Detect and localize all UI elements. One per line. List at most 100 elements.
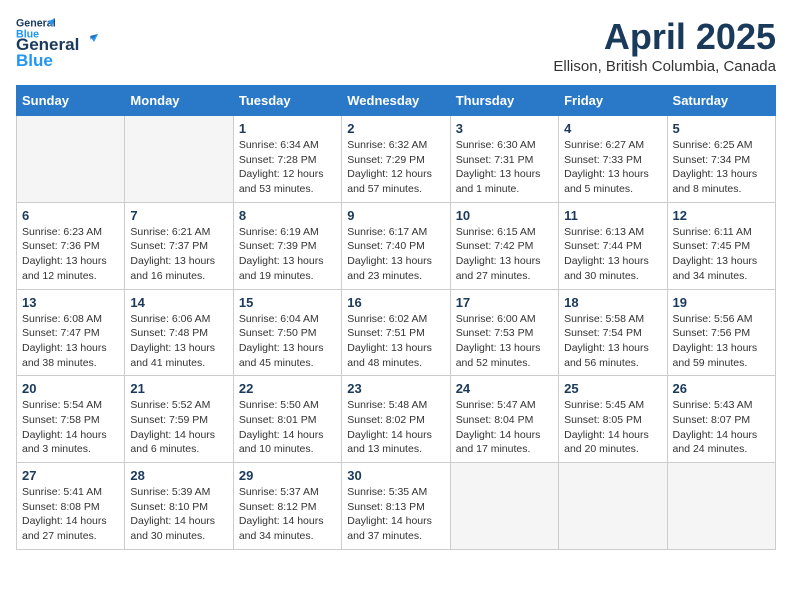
day-number: 17 (456, 295, 553, 310)
day-number: 10 (456, 208, 553, 223)
day-info: Sunrise: 6:34 AMSunset: 7:28 PMDaylight:… (239, 138, 336, 197)
calendar-cell (559, 463, 667, 550)
day-number: 30 (347, 468, 444, 483)
day-info: Sunrise: 6:19 AMSunset: 7:39 PMDaylight:… (239, 225, 336, 284)
day-number: 23 (347, 381, 444, 396)
calendar-cell: 21 Sunrise: 5:52 AMSunset: 7:59 PMDayligh… (125, 376, 233, 463)
day-info: Sunrise: 6:06 AMSunset: 7:48 PMDaylight:… (130, 312, 227, 371)
week-row-5: 27 Sunrise: 5:41 AMSunset: 8:08 PMDayligh… (17, 463, 776, 550)
weekday-header-monday: Monday (125, 86, 233, 116)
day-number: 4 (564, 121, 661, 136)
page-header: General Blue General Blue April 2025 Ell… (16, 16, 776, 75)
day-info: Sunrise: 5:58 AMSunset: 7:54 PMDaylight:… (564, 312, 661, 371)
day-number: 15 (239, 295, 336, 310)
calendar-cell: 12 Sunrise: 6:11 AMSunset: 7:45 PMDayligh… (667, 202, 775, 289)
day-info: Sunrise: 6:30 AMSunset: 7:31 PMDaylight:… (456, 138, 553, 197)
calendar-cell (17, 116, 125, 203)
day-info: Sunrise: 5:50 AMSunset: 8:01 PMDaylight:… (239, 398, 336, 457)
day-info: Sunrise: 6:17 AMSunset: 7:40 PMDaylight:… (347, 225, 444, 284)
day-info: Sunrise: 5:37 AMSunset: 8:12 PMDaylight:… (239, 485, 336, 544)
day-info: Sunrise: 5:48 AMSunset: 8:02 PMDaylight:… (347, 398, 444, 457)
weekday-header-row: SundayMondayTuesdayWednesdayThursdayFrid… (17, 86, 776, 116)
day-number: 26 (673, 381, 770, 396)
day-number: 11 (564, 208, 661, 223)
calendar-cell: 29 Sunrise: 5:37 AMSunset: 8:12 PMDayligh… (233, 463, 341, 550)
day-number: 8 (239, 208, 336, 223)
day-number: 6 (22, 208, 119, 223)
calendar-cell (125, 116, 233, 203)
calendar-cell (667, 463, 775, 550)
day-number: 16 (347, 295, 444, 310)
day-number: 18 (564, 295, 661, 310)
calendar-cell: 4 Sunrise: 6:27 AMSunset: 7:33 PMDaylight… (559, 116, 667, 203)
day-info: Sunrise: 6:15 AMSunset: 7:42 PMDaylight:… (456, 225, 553, 284)
weekday-header-wednesday: Wednesday (342, 86, 450, 116)
calendar-cell (450, 463, 558, 550)
weekday-header-tuesday: Tuesday (233, 86, 341, 116)
day-info: Sunrise: 5:35 AMSunset: 8:13 PMDaylight:… (347, 485, 444, 544)
calendar-cell: 22 Sunrise: 5:50 AMSunset: 8:01 PMDayligh… (233, 376, 341, 463)
calendar-cell: 9 Sunrise: 6:17 AMSunset: 7:40 PMDaylight… (342, 202, 450, 289)
day-number: 5 (673, 121, 770, 136)
day-number: 29 (239, 468, 336, 483)
day-info: Sunrise: 5:39 AMSunset: 8:10 PMDaylight:… (130, 485, 227, 544)
day-number: 14 (130, 295, 227, 310)
day-info: Sunrise: 6:21 AMSunset: 7:37 PMDaylight:… (130, 225, 227, 284)
day-info: Sunrise: 5:41 AMSunset: 8:08 PMDaylight:… (22, 485, 119, 544)
day-info: Sunrise: 6:11 AMSunset: 7:45 PMDaylight:… (673, 225, 770, 284)
calendar-cell: 10 Sunrise: 6:15 AMSunset: 7:42 PMDayligh… (450, 202, 558, 289)
calendar-cell: 14 Sunrise: 6:06 AMSunset: 7:48 PMDayligh… (125, 289, 233, 376)
title-area: April 2025 Ellison, British Columbia, Ca… (553, 16, 776, 75)
day-number: 2 (347, 121, 444, 136)
calendar-cell: 1 Sunrise: 6:34 AMSunset: 7:28 PMDaylight… (233, 116, 341, 203)
week-row-2: 6Sunrise: 6:23 AMSunset: 7:36 PMDaylight… (17, 202, 776, 289)
calendar-cell: 6Sunrise: 6:23 AMSunset: 7:36 PMDaylight… (17, 202, 125, 289)
calendar-cell: 15 Sunrise: 6:04 AMSunset: 7:50 PMDayligh… (233, 289, 341, 376)
day-info: Sunrise: 5:56 AMSunset: 7:56 PMDaylight:… (673, 312, 770, 371)
day-number: 21 (130, 381, 227, 396)
day-number: 9 (347, 208, 444, 223)
calendar-cell: 30 Sunrise: 5:35 AMSunset: 8:13 PMDayligh… (342, 463, 450, 550)
day-info: Sunrise: 5:43 AMSunset: 8:07 PMDaylight:… (673, 398, 770, 457)
calendar-cell: 26 Sunrise: 5:43 AMSunset: 8:07 PMDayligh… (667, 376, 775, 463)
logo-blue: Blue (16, 51, 53, 71)
calendar-cell: 28 Sunrise: 5:39 AMSunset: 8:10 PMDayligh… (125, 463, 233, 550)
calendar-cell: 7Sunrise: 6:21 AMSunset: 7:37 PMDaylight… (125, 202, 233, 289)
calendar-cell: 20Sunrise: 5:54 AMSunset: 7:58 PMDayligh… (17, 376, 125, 463)
calendar-cell: 2 Sunrise: 6:32 AMSunset: 7:29 PMDaylight… (342, 116, 450, 203)
weekday-header-sunday: Sunday (17, 86, 125, 116)
day-info: Sunrise: 5:52 AMSunset: 7:59 PMDaylight:… (130, 398, 227, 457)
calendar-cell: 16 Sunrise: 6:02 AMSunset: 7:51 PMDayligh… (342, 289, 450, 376)
day-info: Sunrise: 5:45 AMSunset: 8:05 PMDaylight:… (564, 398, 661, 457)
day-info: Sunrise: 6:13 AMSunset: 7:44 PMDaylight:… (564, 225, 661, 284)
weekday-header-thursday: Thursday (450, 86, 558, 116)
day-number: 28 (130, 468, 227, 483)
calendar-cell: 19Sunrise: 5:56 AMSunset: 7:56 PMDayligh… (667, 289, 775, 376)
day-info: Sunrise: 6:00 AMSunset: 7:53 PMDaylight:… (456, 312, 553, 371)
calendar-cell: 8 Sunrise: 6:19 AMSunset: 7:39 PMDaylight… (233, 202, 341, 289)
day-number: 3 (456, 121, 553, 136)
calendar-cell: 24Sunrise: 5:47 AMSunset: 8:04 PMDayligh… (450, 376, 558, 463)
day-info: Sunrise: 6:02 AMSunset: 7:51 PMDaylight:… (347, 312, 444, 371)
day-number: 25 (564, 381, 661, 396)
subtitle: Ellison, British Columbia, Canada (553, 58, 776, 75)
week-row-3: 13Sunrise: 6:08 AMSunset: 7:47 PMDayligh… (17, 289, 776, 376)
day-number: 27 (22, 468, 119, 483)
day-number: 12 (673, 208, 770, 223)
day-number: 22 (239, 381, 336, 396)
calendar-cell: 18 Sunrise: 5:58 AMSunset: 7:54 PMDayligh… (559, 289, 667, 376)
day-info: Sunrise: 6:32 AMSunset: 7:29 PMDaylight:… (347, 138, 444, 197)
day-info: Sunrise: 6:27 AMSunset: 7:33 PMDaylight:… (564, 138, 661, 197)
logo-bird-icon (80, 32, 98, 50)
day-info: Sunrise: 6:25 AMSunset: 7:34 PMDaylight:… (673, 138, 770, 197)
main-title: April 2025 (553, 16, 776, 58)
calendar-cell: 17 Sunrise: 6:00 AMSunset: 7:53 PMDayligh… (450, 289, 558, 376)
calendar-cell: 23 Sunrise: 5:48 AMSunset: 8:02 PMDayligh… (342, 376, 450, 463)
day-number: 1 (239, 121, 336, 136)
calendar-cell: 5 Sunrise: 6:25 AMSunset: 7:34 PMDaylight… (667, 116, 775, 203)
day-info: Sunrise: 5:54 AMSunset: 7:58 PMDaylight:… (22, 398, 119, 457)
calendar-cell: 11 Sunrise: 6:13 AMSunset: 7:44 PMDayligh… (559, 202, 667, 289)
week-row-4: 20Sunrise: 5:54 AMSunset: 7:58 PMDayligh… (17, 376, 776, 463)
day-info: Sunrise: 6:04 AMSunset: 7:50 PMDaylight:… (239, 312, 336, 371)
calendar-cell: 13Sunrise: 6:08 AMSunset: 7:47 PMDayligh… (17, 289, 125, 376)
